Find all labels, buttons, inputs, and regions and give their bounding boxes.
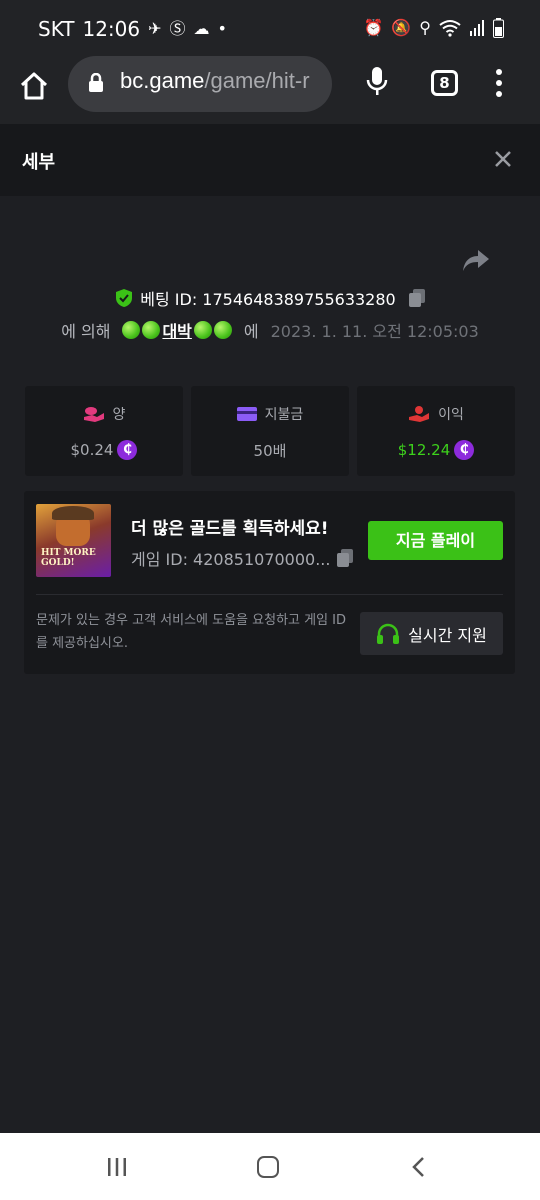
game-id-row: 게임 ID: 420851070000... [131,546,354,570]
location-icon: ⚲ [419,18,431,37]
stat-amount: 양 $0.24 ₵ [25,386,183,476]
home-nav-icon[interactable] [257,1156,279,1178]
green-ball-icon [193,321,212,339]
url-text: bc.game/game/hit-r [120,68,326,94]
game-id-text: 게임 ID: 420851070000... [131,550,331,569]
battery-icon [493,18,504,38]
time-label: 12:06 [82,17,141,41]
more-menu-icon[interactable] [496,68,502,98]
bet-id-row: 베팅 ID: 1754648389755633280 [0,286,540,310]
stat-profit: 이익 $12.24 ₵ [357,386,515,476]
android-nav-bar [0,1133,540,1200]
lock-icon [89,73,103,92]
username-text: 대박 [162,322,192,341]
stat-payout: 지불금 50배 [191,386,349,476]
live-support-label: 실시간 지원 [408,625,487,645]
thumbnail-logo-text: HIT MORE GOLD! [41,548,96,568]
wifi-icon [439,20,461,37]
bet-date: 2023. 1. 11. 오전 12:05:03 [270,322,479,341]
url-path: /game/hit-r [204,68,310,93]
stat-amount-label: 양 [112,407,126,423]
home-icon[interactable] [18,70,50,102]
by-label: 에 의해 [61,322,111,341]
bcd-coin-icon: ₵ [117,440,138,460]
dot-icon: • [217,19,227,38]
alarm-icon: ⏰ [363,18,384,37]
copy-icon[interactable] [336,548,354,568]
stat-profit-label: 이익 [438,407,464,423]
share-icon[interactable] [462,248,490,272]
profit-hand-icon [409,406,430,422]
coins-hand-icon [83,407,104,422]
game-card: HIT MORE GOLD! 더 많은 골드를 획득하세요! 게임 ID: 42… [24,491,515,674]
card-icon [236,407,257,421]
modal-header: 세부 [0,124,540,196]
username-link[interactable]: 대박 [122,318,232,342]
stat-amount-value: $0.24 [70,441,114,459]
stat-payout-label: 지불금 [264,407,304,423]
miner-hat [52,506,94,520]
copy-icon[interactable] [408,288,426,308]
carrier-label: SKT [38,17,75,41]
s-icon: Ⓢ [169,19,186,38]
url-bar[interactable]: bc.game/game/hit-r [68,56,332,112]
url-host: bc.game [120,68,205,93]
status-bar: SKT 12:06 ✈ Ⓢ ☁ • ⏰ 🔕 ⚲ [0,0,540,60]
game-title: 더 많은 골드를 획득하세요! [131,519,329,539]
green-ball-icon [213,321,232,339]
at-label: 에 [243,322,259,341]
verified-shield-icon [116,289,133,307]
stat-payout-value: 50배 [253,442,287,460]
mute-icon: 🔕 [391,18,412,37]
browser-toolbar: bc.game/game/hit-r 8 [0,56,540,124]
bet-id-text: 베팅 ID: 1754648389755633280 [140,290,396,309]
headset-icon [377,623,400,644]
back-icon[interactable] [410,1156,426,1178]
bet-meta-row: 에 의해 대박 에 2023. 1. 11. 오전 12:05:03 [0,318,540,342]
cloud-icon: ☁ [193,19,210,38]
live-support-button[interactable]: 실시간 지원 [360,612,503,655]
modal-title: 세부 [22,152,56,173]
help-text: 문제가 있는 경우 고객 서비스에 도움을 요청하고 게임 ID를 제공하십시오… [36,613,347,651]
microphone-icon[interactable] [366,66,388,96]
green-ball-icon [122,321,141,339]
bcd-coin-icon: ₵ [454,440,475,460]
play-now-button[interactable]: 지금 플레이 [368,521,503,560]
divider [36,594,503,595]
stat-profit-value: $12.24 [397,441,451,459]
close-icon[interactable] [494,150,512,168]
green-ball-icon [142,321,161,339]
game-thumbnail[interactable]: HIT MORE GOLD! [36,504,111,577]
signal-icon [470,20,484,36]
recent-apps-icon[interactable] [106,1157,128,1177]
bluetooth-icon: ✈ [148,19,162,38]
tab-switcher-button[interactable]: 8 [431,70,458,96]
